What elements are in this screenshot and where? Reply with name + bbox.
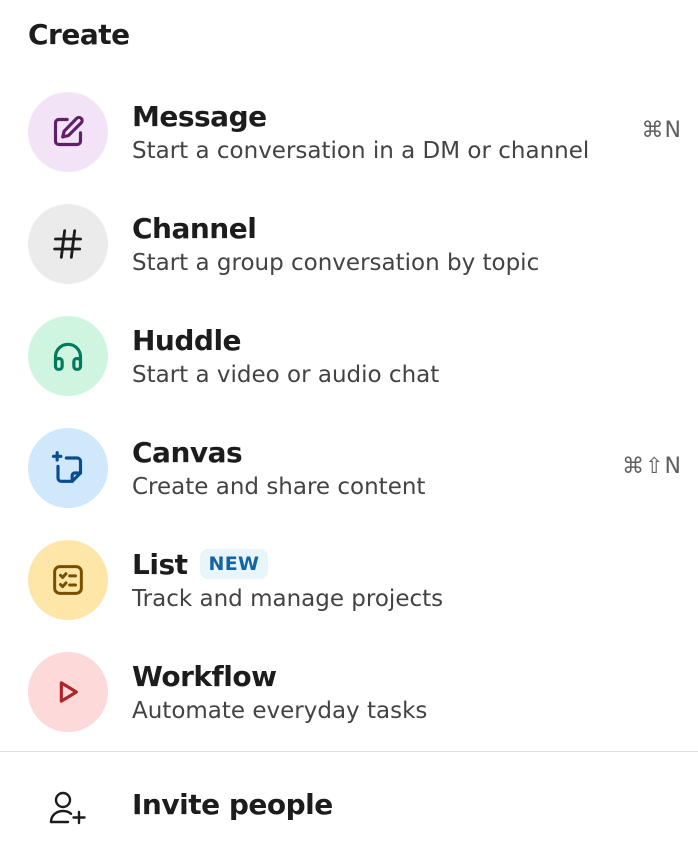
huddle-icon-badge: [28, 316, 108, 396]
menu-item-description: Create and share content: [132, 474, 426, 500]
menu-item-channel[interactable]: Channel Start a group conversation by to…: [0, 192, 698, 304]
list-checklist-icon: [53, 565, 83, 595]
menu-item-text: Channel Start a group conversation by to…: [132, 210, 698, 277]
menu-item-huddle[interactable]: Huddle Start a video or audio chat: [0, 304, 698, 416]
menu-item-title: List: [132, 547, 188, 581]
menu-item-list[interactable]: List NEW Track and manage projects: [0, 528, 698, 640]
create-menu-list: Message Start a conversation in a DM or …: [0, 80, 698, 752]
play-icon: [59, 681, 78, 703]
menu-item-text: Canvas Create and share content: [132, 434, 698, 501]
menu-item-canvas[interactable]: Canvas Create and share content ⌘⇧N: [0, 416, 698, 528]
headphones-icon: [53, 342, 83, 371]
list-icon-badge: [28, 540, 108, 620]
menu-item-description: Automate everyday tasks: [132, 698, 428, 724]
new-badge: NEW: [199, 549, 269, 579]
menu-item-text: Message Start a conversation in a DM or …: [132, 98, 698, 165]
menu-item-text: Huddle Start a video or audio chat: [132, 322, 698, 389]
menu-item-title: Message: [132, 99, 267, 133]
menu-item-description: Start a video or audio chat: [132, 362, 440, 388]
invite-people-label: Invite people: [132, 788, 333, 821]
invite-people-button[interactable]: Invite people: [0, 762, 698, 850]
menu-item-title: Workflow: [132, 659, 277, 693]
menu-item-workflow[interactable]: Workflow Automate everyday tasks: [0, 640, 698, 752]
menu-item-description: Start a group conversation by topic: [132, 250, 540, 276]
compose-icon: [53, 115, 84, 147]
keyboard-shortcut: ⌘⇧N: [622, 454, 682, 479]
menu-item-message[interactable]: Message Start a conversation in a DM or …: [0, 80, 698, 192]
message-icon-badge: [28, 92, 108, 172]
hash-icon: [53, 229, 82, 259]
menu-item-title: Channel: [132, 211, 257, 245]
menu-item-text: List NEW Track and manage projects: [132, 546, 698, 613]
menu-item-description: Start a conversation in a DM or channel: [132, 138, 590, 164]
menu-divider: [0, 751, 698, 752]
channel-icon-badge: [28, 204, 108, 284]
menu-item-text: Workflow Automate everyday tasks: [132, 658, 698, 725]
menu-item-title: Canvas: [132, 435, 243, 469]
canvas-icon: [51, 451, 83, 483]
menu-item-description: Track and manage projects: [132, 586, 444, 612]
menu-title: Create: [28, 18, 130, 51]
workflow-icon-badge: [28, 652, 108, 732]
menu-item-title: Huddle: [132, 323, 242, 357]
add-user-icon: [49, 791, 86, 825]
keyboard-shortcut: ⌘N: [641, 118, 682, 143]
canvas-icon-badge: [28, 428, 108, 508]
